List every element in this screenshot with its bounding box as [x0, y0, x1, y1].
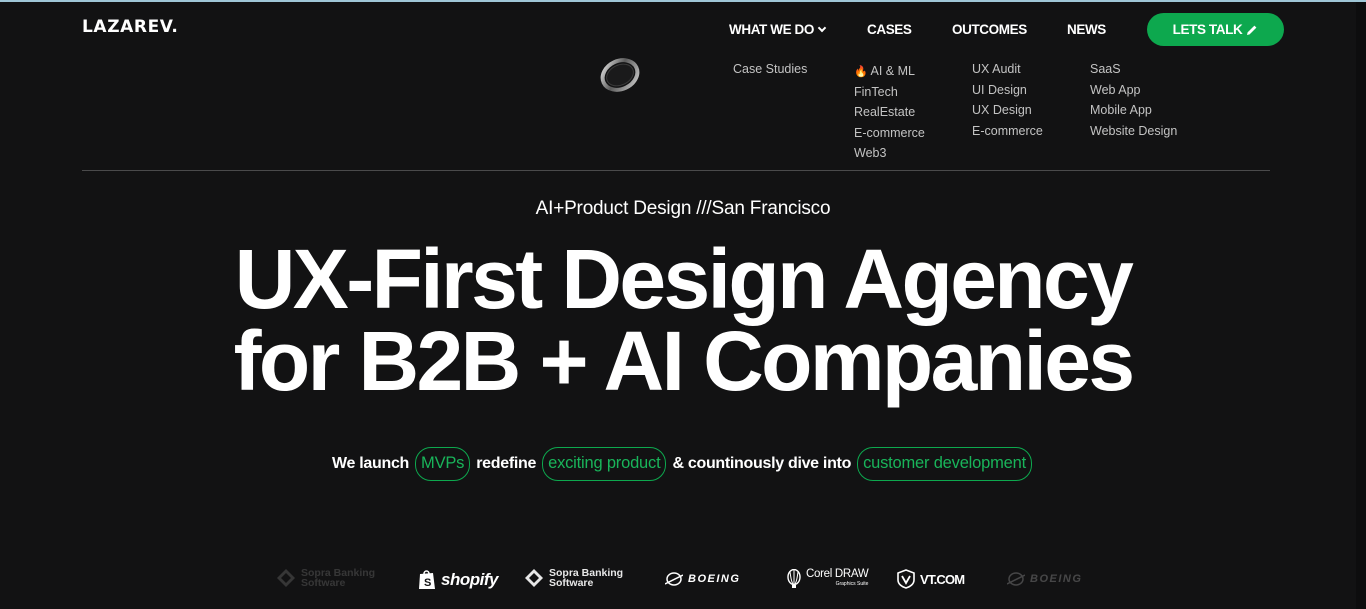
shopify-bag-icon: S [419, 570, 435, 589]
hero-subline: We launch MVPs redefine exciting product… [0, 447, 1366, 481]
menu-item-fintech[interactable]: FinTech [854, 85, 925, 106]
menu-item-ecommerce-service[interactable]: E-commerce [972, 124, 1043, 145]
shopify-wordmark: shopify [441, 569, 498, 589]
nav-outcomes[interactable]: OUTCOMES [952, 22, 1027, 37]
corel-wordmark: Corel DRAW [806, 568, 869, 580]
menu-item-case-studies[interactable]: Case Studies [733, 62, 807, 83]
shopify-logo: S shopify [418, 569, 498, 590]
sopra-mark-icon [277, 569, 295, 587]
hero-headline-line-2: for B2B + AI Companies [233, 314, 1135, 408]
sopra-mark-icon [525, 569, 543, 587]
menu-item-ecommerce[interactable]: E-commerce [854, 126, 925, 147]
lets-talk-label: LETS TALK [1172, 22, 1243, 37]
sopra-banking-logo-faded: Sopra Banking Software [276, 568, 375, 588]
menu-column-industries: 🔥 AI & ML FinTech RealEstate E-commerce … [854, 64, 925, 167]
menu-item-ai-ml-label: AI & ML [870, 64, 915, 78]
vt-com-logo: VT.COM [897, 569, 965, 589]
client-logos-strip: Sopra Banking Software S shopify Sopra Ba… [0, 566, 1366, 596]
menu-item-ux-audit[interactable]: UX Audit [972, 62, 1043, 83]
header-divider [82, 170, 1270, 171]
menu-item-realestate[interactable]: RealEstate [854, 105, 925, 126]
pill-exciting-product: exciting product [542, 447, 667, 481]
lets-talk-button[interactable]: LETS TALK [1147, 13, 1284, 46]
vt-shield-icon [897, 569, 915, 589]
window-top-edge [0, 0, 1366, 2]
menu-column-case-studies: Case Studies [733, 62, 807, 83]
hero-headline-line-1: UX-First Design Agency [234, 232, 1134, 326]
nav-news[interactable]: NEWS [1067, 22, 1106, 37]
menu-item-web-app[interactable]: Web App [1090, 83, 1177, 104]
sopra-line-2: Software [549, 577, 594, 589]
subline-text-1: We launch [332, 455, 410, 472]
pill-customer-development: customer development [857, 447, 1032, 481]
pencil-icon [1247, 25, 1257, 35]
corel-balloon-icon [787, 569, 801, 588]
hero-headline: UX-First Design Agency for B2B + AI Comp… [0, 232, 1366, 408]
fire-icon: 🔥 [854, 66, 868, 78]
corel-draw-logo: Corel DRAW Graphics Suite [787, 568, 869, 589]
sopra-banking-logo: Sopra Banking Software [524, 568, 623, 588]
menu-item-saas[interactable]: SaaS [1090, 62, 1177, 83]
boeing-mark-icon [665, 572, 683, 586]
nav-what-we-do[interactable]: WHAT WE DO [729, 22, 827, 37]
nav-what-we-do-label: WHAT WE DO [729, 22, 814, 37]
svg-text:S: S [424, 577, 431, 589]
nav-cases[interactable]: CASES [867, 22, 912, 37]
pill-mvps: MVPs [415, 447, 471, 481]
boeing-logo-faded: BOEING [1007, 572, 1082, 586]
vt-wordmark: VT.COM [920, 571, 965, 587]
corel-subtitle: Graphics Suite [835, 581, 869, 587]
menu-item-ux-design[interactable]: UX Design [972, 103, 1043, 124]
hero-eyebrow: AI+Product Design ///San Francisco [535, 198, 831, 219]
boeing-mark-icon [1007, 572, 1025, 586]
menu-item-website-design[interactable]: Website Design [1090, 124, 1177, 145]
menu-item-ui-design[interactable]: UI Design [972, 83, 1043, 104]
brand-logo[interactable]: LAZAREV. [82, 17, 178, 37]
menu-column-products: SaaS Web App Mobile App Website Design [1090, 62, 1177, 144]
chevron-down-icon [817, 23, 827, 33]
subline-text-3: & countinously dive into [672, 455, 852, 472]
ring-3d-graphic [600, 58, 640, 92]
boeing-logo: BOEING [665, 572, 740, 586]
menu-item-web3[interactable]: Web3 [854, 146, 925, 167]
menu-column-services: UX Audit UI Design UX Design E-commerce [972, 62, 1043, 144]
boeing-wordmark: BOEING [1030, 573, 1083, 585]
sopra-line-2: Software [301, 577, 346, 589]
boeing-wordmark: BOEING [688, 573, 741, 585]
menu-item-mobile-app[interactable]: Mobile App [1090, 103, 1177, 124]
subline-text-2: redefine [476, 455, 537, 472]
menu-item-ai-ml[interactable]: 🔥 AI & ML [854, 64, 925, 85]
